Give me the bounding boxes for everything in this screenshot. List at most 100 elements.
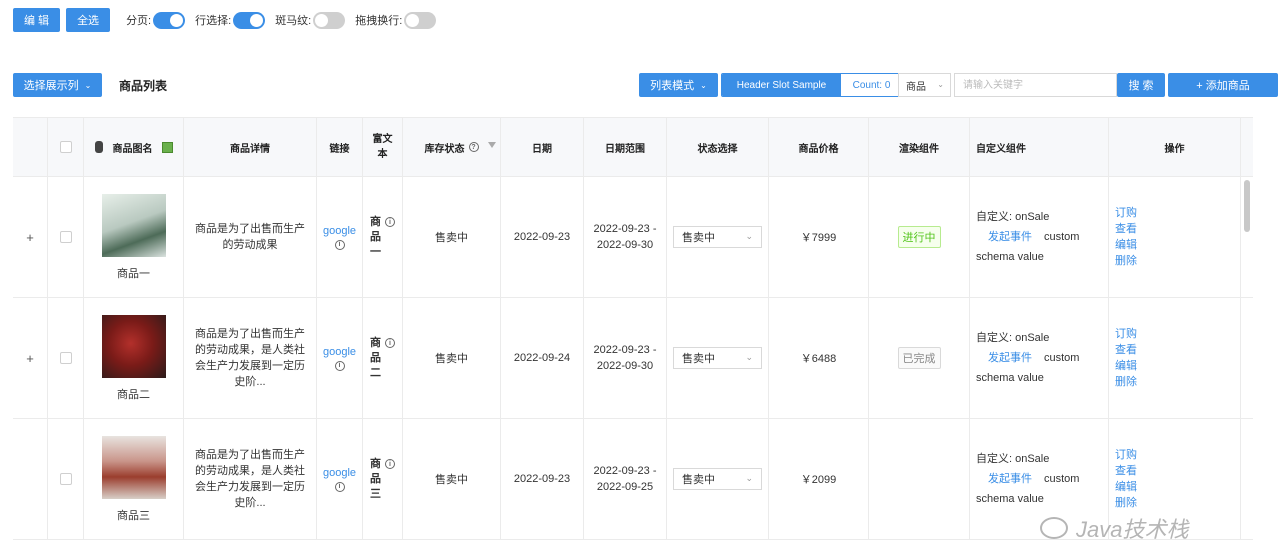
pagination-toggle[interactable]: [153, 11, 186, 29]
edit-link[interactable]: 编辑: [1115, 358, 1137, 374]
product-image: [101, 314, 166, 378]
product-detail: 商品是为了出售而生产的劳动成果，是人类社会生产力发展到一定历史阶...: [184, 419, 317, 539]
custom-label: 自定义: onSale: [976, 453, 1050, 465]
chevron-down-icon: ⌄: [937, 80, 944, 89]
operations-cell: 订购 查看 编辑 删除: [1109, 298, 1241, 418]
rich-char: 二: [370, 366, 381, 379]
row-checkbox[interactable]: [59, 352, 72, 364]
chevron-down-icon: ⌄: [745, 473, 753, 483]
search-category-select[interactable]: 商品 ⌄: [898, 73, 951, 97]
header-slot-sample[interactable]: Header Slot Sample Count: 0: [721, 73, 903, 97]
info-icon[interactable]: i: [385, 459, 395, 469]
delete-link[interactable]: 删除: [1115, 495, 1137, 511]
status-select[interactable]: 售卖中 ⌄: [673, 226, 762, 248]
header-custom: 自定义组件: [970, 118, 1109, 176]
info-icon[interactable]: i: [385, 338, 395, 348]
stock-status: 售卖中: [403, 298, 501, 418]
table-row: + 商品一 商品是为了出售而生产的劳动成果 google i 商i 品 一 售卖…: [13, 177, 1253, 298]
google-link[interactable]: google: [323, 225, 356, 237]
view-link[interactable]: 查看: [1115, 342, 1137, 358]
date-cell: 2022-09-23: [501, 177, 584, 297]
product-detail: 商品是为了出售而生产的劳动成果: [184, 177, 317, 297]
expand-icon[interactable]: +: [26, 230, 34, 245]
rich-text-cell: 商i 品 三: [363, 419, 403, 539]
column-select-button[interactable]: 选择展示列 ⌄: [13, 73, 102, 97]
custom-cell: 自定义: onSale 发起事件 custom schema value: [970, 177, 1109, 297]
search-button[interactable]: 搜 索: [1117, 73, 1165, 97]
help-icon[interactable]: ?: [468, 142, 479, 152]
order-link[interactable]: 订购: [1115, 447, 1137, 463]
zebra-toggle[interactable]: [313, 11, 346, 29]
stock-status: 售卖中: [403, 419, 501, 539]
trigger-event-link[interactable]: 发起事件: [988, 352, 1032, 364]
column-select-label: 选择展示列: [23, 80, 79, 92]
table-header-row: 商品图名 商品详情 链接 富文 本 库存状态 ? 日期 日期范围 状态选择 商品…: [13, 117, 1253, 177]
status-value: 售卖中: [682, 232, 715, 244]
chevron-down-icon: ⌄: [745, 231, 753, 241]
rich-char: 三: [370, 487, 381, 500]
row-expander[interactable]: [13, 419, 48, 539]
rich-char: 品: [370, 351, 381, 364]
status-select[interactable]: 售卖中 ⌄: [673, 347, 762, 369]
custom-tail: custom: [1044, 473, 1080, 485]
status-cell: 售卖中 ⌄: [667, 177, 769, 297]
header-render: 渲染组件: [869, 118, 970, 176]
header-image: 商品图名: [84, 118, 184, 176]
header-slot-count: Count: 0: [841, 74, 902, 96]
delete-link[interactable]: 删除: [1115, 253, 1137, 269]
view-link[interactable]: 查看: [1115, 463, 1137, 479]
rich-char: 商: [370, 215, 381, 228]
info-icon[interactable]: i: [385, 217, 395, 227]
edit-button[interactable]: 编 辑: [13, 8, 61, 32]
filter-icon[interactable]: [488, 142, 496, 148]
edit-link[interactable]: 编辑: [1115, 237, 1137, 253]
trigger-event-link[interactable]: 发起事件: [988, 231, 1032, 243]
spreadsheet-icon[interactable]: [161, 141, 173, 153]
google-link[interactable]: google: [323, 467, 356, 479]
table-toolbar: 选择展示列 ⌄ 商品列表 列表模式 ⌄ Header Slot Sample C…: [13, 73, 1279, 97]
row-select: [48, 177, 84, 297]
pagination-toggle-group: 分页:: [126, 11, 186, 29]
info-icon[interactable]: i: [334, 360, 345, 371]
product-image: [101, 193, 166, 257]
rich-char: 一: [370, 245, 381, 258]
header-image-label: 商品图名: [112, 143, 153, 155]
schema-value: schema value: [976, 251, 1044, 263]
expand-icon[interactable]: +: [26, 351, 34, 366]
search-input[interactable]: [954, 73, 1117, 97]
order-link[interactable]: 订购: [1115, 205, 1137, 221]
order-link[interactable]: 订购: [1115, 326, 1137, 342]
trigger-event-link[interactable]: 发起事件: [988, 473, 1032, 485]
row-expander[interactable]: +: [13, 177, 48, 297]
header-rich-text: 富文 本: [363, 118, 403, 176]
row-select-toggle[interactable]: [233, 11, 266, 29]
range-end: 2022-09-30: [596, 360, 654, 372]
row-select: [48, 419, 84, 539]
row-expander[interactable]: +: [13, 298, 48, 418]
google-link[interactable]: google: [323, 346, 356, 358]
product-name: 商品二: [117, 388, 150, 401]
edit-link[interactable]: 编辑: [1115, 479, 1137, 495]
row-checkbox[interactable]: [59, 231, 72, 243]
header-price: 商品价格: [769, 118, 869, 176]
view-link[interactable]: 查看: [1115, 221, 1137, 237]
vertical-scrollbar[interactable]: [1244, 180, 1250, 232]
top-bar: 编 辑 全选 分页: 行选择: 斑马纹: 拖拽换行:: [13, 8, 437, 32]
list-mode-button[interactable]: 列表模式 ⌄: [639, 73, 718, 97]
select-all-checkbox[interactable]: [59, 141, 72, 153]
row-select-label: 行选择:: [195, 15, 232, 27]
date-cell: 2022-09-23: [501, 419, 584, 539]
info-icon[interactable]: i: [334, 481, 345, 492]
rich-char: 商: [370, 336, 381, 349]
drag-wrap-toggle[interactable]: [404, 11, 437, 29]
add-product-button[interactable]: + 添加商品: [1168, 73, 1278, 97]
header-stock: 库存状态 ?: [403, 118, 501, 176]
status-select[interactable]: 售卖中 ⌄: [673, 468, 762, 490]
row-checkbox[interactable]: [59, 473, 72, 485]
render-cell: 进行中: [869, 177, 970, 297]
info-icon[interactable]: i: [334, 239, 345, 250]
select-all-button[interactable]: 全选: [66, 8, 111, 32]
chevron-down-icon: ⌄: [745, 352, 753, 362]
range-start: 2022-09-23 -: [593, 223, 657, 235]
delete-link[interactable]: 删除: [1115, 374, 1137, 390]
